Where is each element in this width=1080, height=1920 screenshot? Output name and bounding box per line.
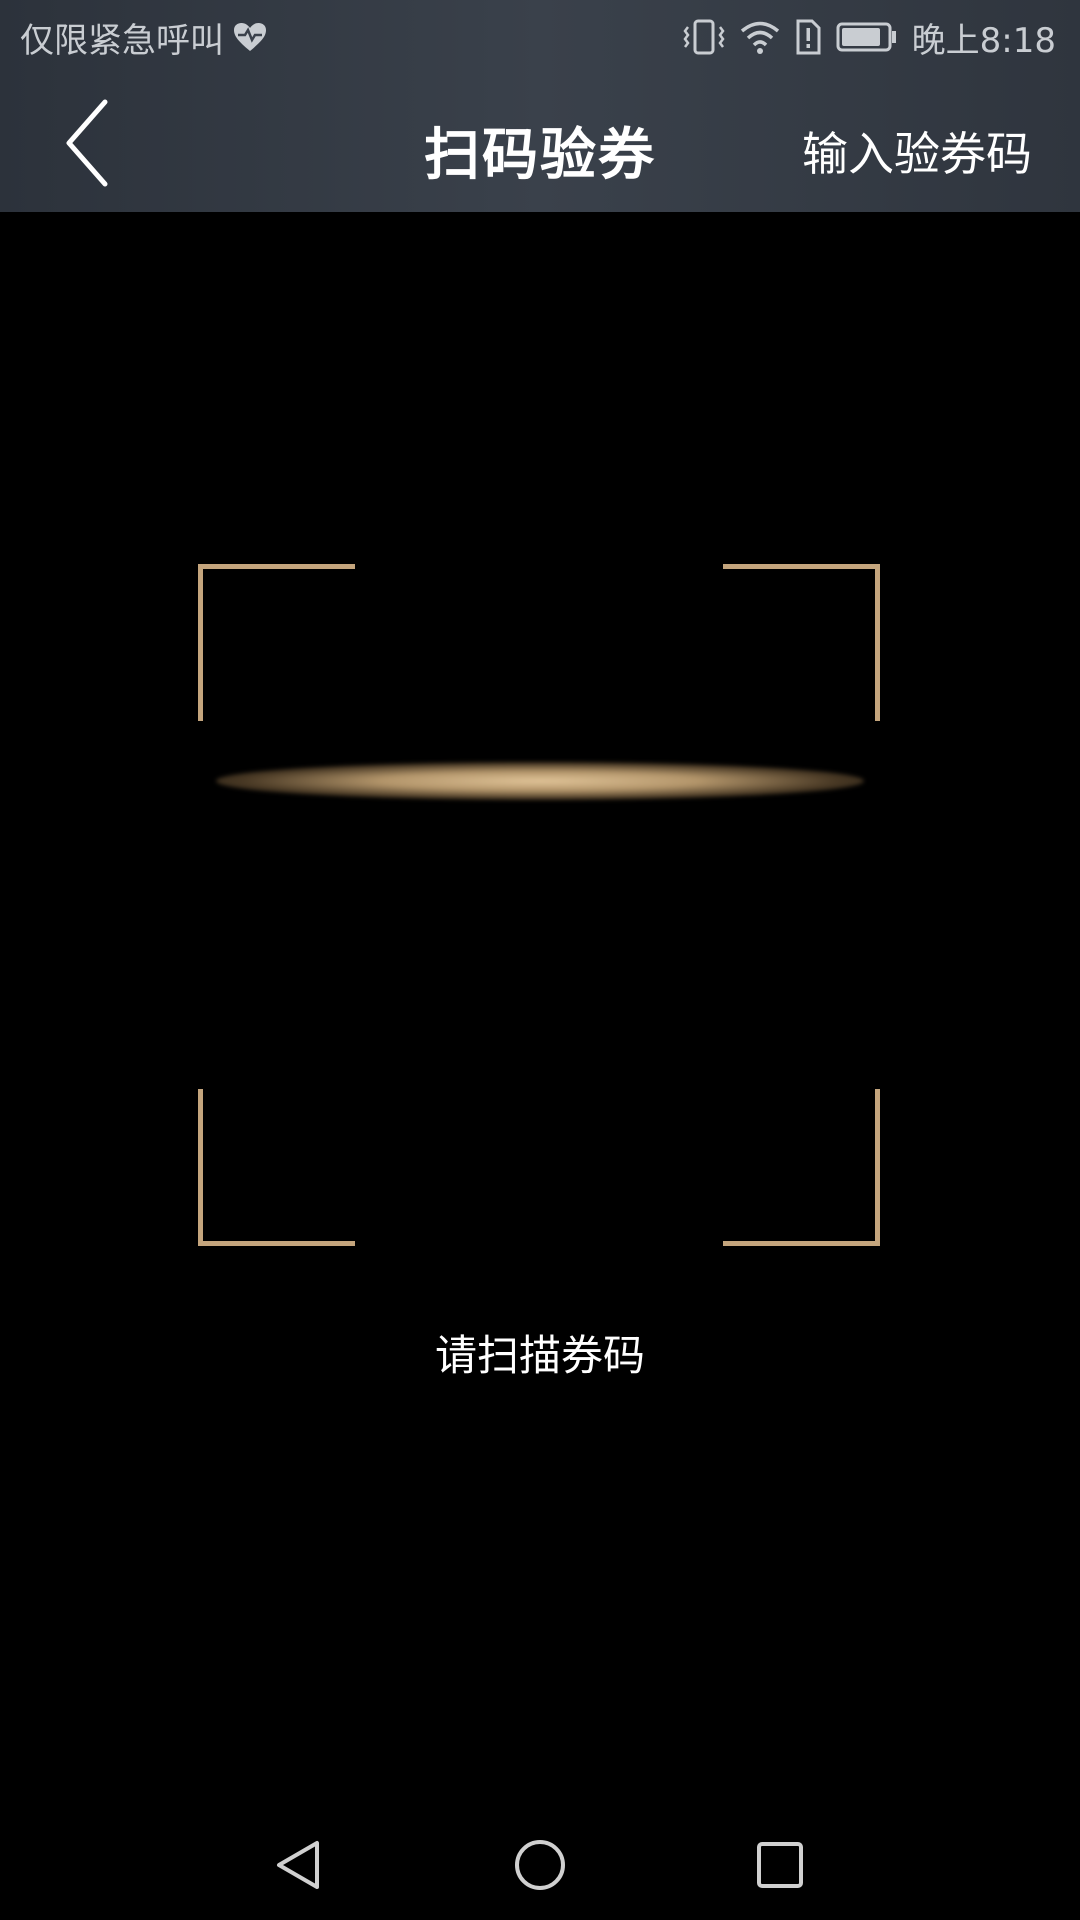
status-time: 晚上8:18: [911, 20, 1056, 61]
scan-voucher-screen: 仅限紧急呼叫 晚上8:18 扫码验券 输入验券码 请扫描券码: [0, 0, 1080, 1920]
scan-line: [216, 762, 864, 800]
scan-corner-bottom-right: [723, 1089, 880, 1246]
scan-corner-bottom-left: [198, 1089, 355, 1246]
header: 仅限紧急呼叫 晚上8:18 扫码验券 输入验券码: [0, 0, 1080, 212]
wifi-icon: [740, 21, 779, 54]
status-right: 晚上8:18: [682, 12, 1056, 62]
sim-alert-icon: [796, 19, 821, 55]
nav-home-button[interactable]: [505, 1830, 575, 1900]
nav-recent-button[interactable]: [745, 1830, 815, 1900]
scan-frame: [198, 564, 880, 1246]
scan-corner-top-left: [198, 564, 355, 721]
status-bar: 仅限紧急呼叫 晚上8:18: [0, 0, 1080, 74]
nav-back-button[interactable]: [264, 1830, 334, 1900]
vibrate-icon: [683, 19, 725, 55]
nav-back-icon: [277, 1841, 319, 1889]
input-voucher-code-button[interactable]: 输入验券码: [802, 118, 1032, 184]
status-left: 仅限紧急呼叫: [20, 12, 268, 62]
scan-corner-top-right: [723, 564, 880, 721]
nav-home-icon: [515, 1840, 565, 1890]
app-bar: 扫码验券 输入验券码: [0, 74, 1080, 212]
carrier-text: 仅限紧急呼叫: [20, 20, 224, 61]
heart-rate-icon: [234, 23, 266, 51]
nav-recent-icon: [757, 1842, 803, 1888]
navigation-bar: [0, 1810, 1080, 1920]
battery-icon: [836, 22, 896, 52]
scan-hint: 请扫描券码: [434, 1331, 645, 1380]
